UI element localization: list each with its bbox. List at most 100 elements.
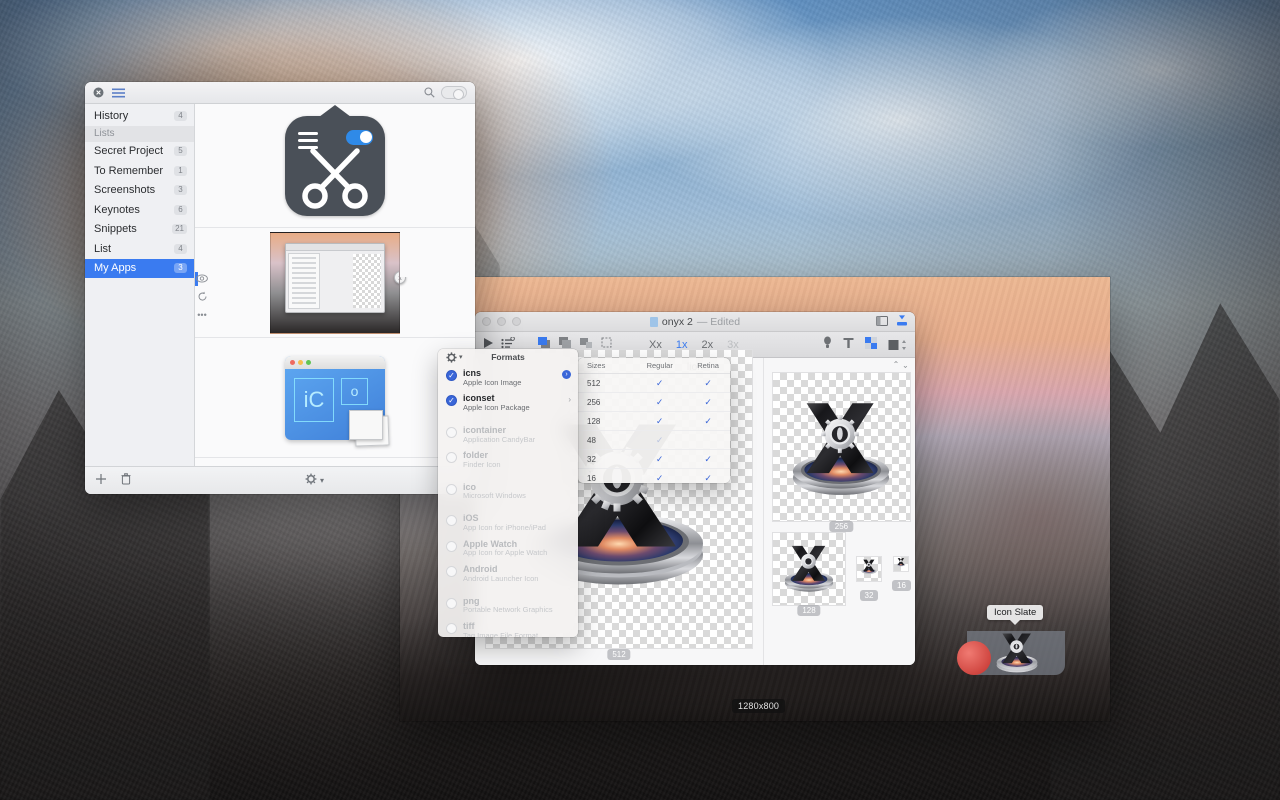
chevron-right-icon[interactable]: › xyxy=(568,395,571,404)
table-row[interactable]: 48 ✓ xyxy=(578,430,730,450)
panel-toggle-icon[interactable] xyxy=(876,313,888,331)
format-row-tiff[interactable]: tiff Tag Image File Format xyxy=(438,618,578,637)
regular-check[interactable]: ✓ xyxy=(633,373,687,393)
radio-icon[interactable] xyxy=(446,597,457,609)
radio-icon[interactable] xyxy=(446,452,457,464)
formats-popover[interactable]: ▾ Formats ✓ icns Apple Icon Image › ✓ ic… xyxy=(438,349,578,637)
retina-check[interactable]: ✓ xyxy=(686,373,730,393)
sidebar-item-snippets[interactable]: Snippets 21 xyxy=(85,220,194,240)
chevron-down-icon[interactable]: ⌃ xyxy=(902,360,909,369)
regular-check[interactable]: ✓ xyxy=(633,430,687,450)
clipboard-manager-window[interactable]: History 4 Lists Secret Project 5 To Reme… xyxy=(85,82,475,494)
list-item[interactable]: × xyxy=(195,228,475,338)
sidebar-item-secret-project[interactable]: Secret Project 5 xyxy=(85,142,194,162)
sidebar-item-count: 4 xyxy=(174,110,187,121)
retina-check[interactable]: ✓ xyxy=(686,411,730,431)
clipboard-footer[interactable]: ▾ xyxy=(85,466,475,494)
minimize-button[interactable] xyxy=(497,317,506,326)
dock-area[interactable]: Icon Slate xyxy=(957,605,1075,700)
retina-check[interactable]: ✓ xyxy=(686,468,730,483)
disclosure-badge-icon[interactable]: › xyxy=(562,370,571,379)
size-label-128: 128 xyxy=(797,605,821,616)
table-row[interactable]: 32 ✓ ✓ xyxy=(578,449,730,469)
regular-check[interactable]: ✓ xyxy=(633,392,687,412)
preview-16[interactable] xyxy=(893,556,910,572)
radio-icon[interactable] xyxy=(446,515,457,527)
radio-icon[interactable] xyxy=(446,426,457,438)
onyx-icon-256 xyxy=(775,382,907,513)
chevron-down-icon[interactable]: ▾ xyxy=(320,476,324,485)
zoom-button[interactable] xyxy=(512,317,521,326)
close-button[interactable] xyxy=(482,317,491,326)
search-icon[interactable] xyxy=(424,87,435,98)
icon-slate-dock-icon[interactable] xyxy=(989,623,1045,679)
clipboard-sidebar[interactable]: History 4 Lists Secret Project 5 To Reme… xyxy=(85,104,195,466)
sizes-header-row: Sizes Regular Retina xyxy=(578,358,730,374)
regular-check[interactable]: ✓ xyxy=(633,468,687,483)
retina-check[interactable]: ✓ xyxy=(686,392,730,412)
window-controls[interactable] xyxy=(482,317,521,326)
format-row-png[interactable]: png Portable Network Graphics xyxy=(438,593,578,618)
radio-icon[interactable] xyxy=(446,623,457,635)
regular-check[interactable]: ✓ xyxy=(633,449,687,469)
list-item[interactable] xyxy=(195,104,475,228)
radio-icon[interactable]: ✓ xyxy=(446,370,457,381)
format-row-apple-watch[interactable]: Apple Watch App Icon for Apple Watch xyxy=(438,536,578,561)
format-row-icns[interactable]: ✓ icns Apple Icon Image › xyxy=(438,365,578,390)
retina-check[interactable]: ✓ xyxy=(686,449,730,469)
table-row[interactable]: 256 ✓ ✓ xyxy=(578,392,730,412)
format-row-iconset[interactable]: ✓ iconset Apple Icon Package › xyxy=(438,390,578,415)
table-row[interactable]: 16 ✓ ✓ xyxy=(578,468,730,483)
screenshot-thumbnail[interactable]: × xyxy=(270,231,400,334)
adjacent-dock-icon[interactable] xyxy=(957,641,991,675)
sidebar-item-my-apps[interactable]: My Apps 3 xyxy=(85,258,194,278)
preview-32[interactable] xyxy=(856,556,882,582)
icon-slate-titlebar[interactable]: onyx 2 — Edited xyxy=(475,312,915,332)
radio-icon[interactable] xyxy=(446,483,457,495)
sheet-nav[interactable]: ⌃ ⌃ xyxy=(893,360,909,369)
size-cell: 32 xyxy=(578,449,634,469)
clipboard-titlebar[interactable] xyxy=(85,82,475,104)
sidebar-item-keynotes[interactable]: Keynotes 6 xyxy=(85,200,194,220)
icon-sizes-popover[interactable]: Sizes Regular Retina 512 ✓ ✓ 256 ✓ ✓ 128… xyxy=(578,358,730,483)
text-icon[interactable] xyxy=(843,336,854,354)
hamburger-icon[interactable] xyxy=(112,88,125,98)
preview-128[interactable]: 128 xyxy=(772,532,846,616)
inspector-tools[interactable] xyxy=(823,336,907,354)
sidebar-item-history[interactable]: History 4 xyxy=(85,106,194,126)
table-row[interactable]: 128 ✓ ✓ xyxy=(578,411,730,431)
radio-icon[interactable]: ✓ xyxy=(446,395,457,407)
pin-toggle[interactable] xyxy=(441,86,467,100)
size-label-256: 256 xyxy=(829,521,854,532)
export-icon[interactable] xyxy=(896,313,908,331)
radio-icon[interactable] xyxy=(446,566,457,578)
table-row[interactable]: 512 ✓ ✓ xyxy=(578,373,730,393)
format-row-icontainer[interactable]: icontainer Application CandyBar xyxy=(438,422,578,447)
trash-icon[interactable] xyxy=(121,472,131,490)
clipboard-item-list[interactable]: ••• iC o xyxy=(195,104,475,466)
scissors-app-icon xyxy=(285,104,385,216)
list-item[interactable]: iC o xyxy=(195,338,475,458)
sidebar-item-to-remember[interactable]: To Remember 1 xyxy=(85,161,194,181)
format-row-android[interactable]: Android Android Launcher Icon xyxy=(438,561,578,586)
info-icon[interactable] xyxy=(823,336,832,354)
sidebar-item-screenshots[interactable]: Screenshots 3 xyxy=(85,181,194,201)
plus-icon[interactable] xyxy=(95,472,107,490)
format-desc: Apple Icon Package xyxy=(463,403,530,413)
sidebar-item-count: 3 xyxy=(174,185,187,196)
sidebar-item-label: Snippets xyxy=(94,223,137,236)
sidebar-item-list[interactable]: List 4 xyxy=(85,239,194,259)
color-swatch-icon[interactable] xyxy=(888,339,907,351)
close-circle-icon[interactable] xyxy=(93,87,104,98)
format-row-ico[interactable]: ico Microsoft Windows xyxy=(438,479,578,504)
preview-256[interactable]: 256 xyxy=(772,372,911,532)
regular-check[interactable]: ✓ xyxy=(633,411,687,431)
mask-icon[interactable] xyxy=(865,336,877,354)
radio-icon[interactable] xyxy=(446,540,457,552)
icon-window-titlebar xyxy=(285,355,385,369)
format-row-ios[interactable]: iOS App Icon for iPhone/iPad xyxy=(438,510,578,535)
chevron-up-icon[interactable]: ⌃ xyxy=(893,360,900,369)
retina-check[interactable] xyxy=(686,430,730,450)
gear-icon[interactable] xyxy=(305,472,317,490)
format-row-folder[interactable]: folder Finder Icon xyxy=(438,447,578,472)
